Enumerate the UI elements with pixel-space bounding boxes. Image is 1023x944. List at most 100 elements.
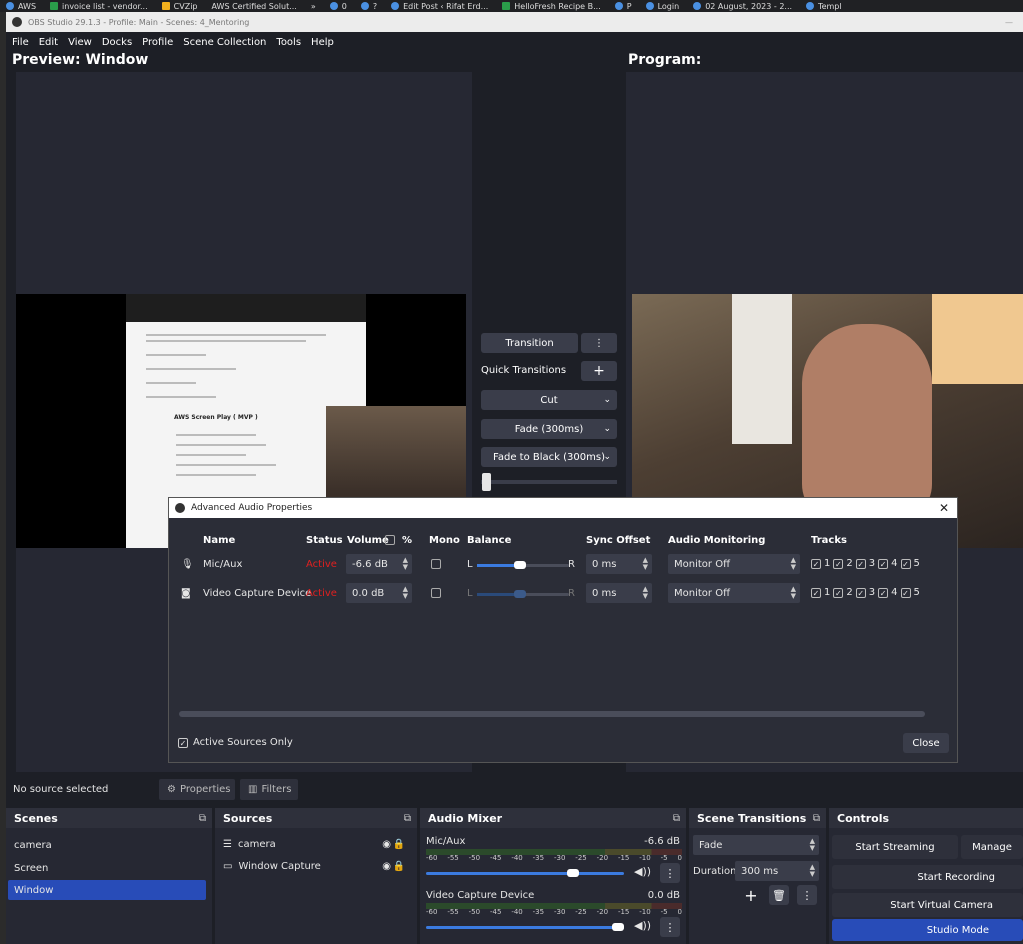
active-sources-only-checkbox[interactable]: ✓: [178, 738, 188, 748]
background-window-strip: [0, 12, 6, 944]
menu-help[interactable]: Help: [311, 37, 334, 48]
track-checkbox[interactable]: ✓: [878, 587, 889, 598]
sync-offset-input-mic[interactable]: 0 ms ▲ ▼: [586, 554, 652, 574]
channel-menu-button[interactable]: ⋮: [660, 863, 680, 883]
undock-icon[interactable]: ⧉: [404, 813, 411, 824]
volume-fader[interactable]: [426, 869, 624, 877]
quick-transition-fade-black[interactable]: Fade to Black (300ms) ⌄: [481, 447, 617, 467]
add-transition-button[interactable]: +: [741, 885, 761, 905]
menu-view[interactable]: View: [68, 37, 92, 48]
menu-file[interactable]: File: [12, 37, 29, 48]
track-checkbox[interactable]: ✓: [878, 558, 889, 569]
transition-button[interactable]: Transition: [481, 333, 578, 353]
balance-left-label: L: [467, 559, 473, 570]
source-item-window-capture[interactable]: ▭ Window Capture ◉ 🔒: [217, 856, 415, 876]
bookmark-aws-cert[interactable]: AWS Certified Solut...: [212, 2, 297, 11]
track-checkbox[interactable]: ✓: [811, 587, 821, 598]
bookmark-templ[interactable]: Templ: [806, 2, 842, 11]
quick-transition-cut[interactable]: Cut ⌄: [481, 390, 617, 410]
horizontal-scrollbar[interactable]: [179, 711, 925, 717]
balance-slider-mic[interactable]: [477, 561, 569, 569]
bookmark-aws[interactable]: AWS: [6, 2, 36, 11]
speaker-icon[interactable]: ◀)): [634, 919, 651, 932]
eye-icon[interactable]: ◉: [382, 839, 391, 850]
monitoring-select-mic[interactable]: Monitor Off ▲ ▼: [668, 554, 800, 574]
speaker-icon[interactable]: ◀)): [634, 865, 651, 878]
undock-icon[interactable]: ⧉: [673, 813, 680, 824]
bookmark-date[interactable]: 02 August, 2023 - 2...: [693, 2, 792, 11]
volume-fader-handle[interactable]: [612, 923, 624, 931]
select-arrows-icon: ▲ ▼: [790, 556, 796, 571]
track-checkbox[interactable]: ✓: [855, 558, 866, 569]
bookmark-invoice[interactable]: invoice list - vendor...: [50, 2, 148, 11]
manage-button[interactable]: Manage: [961, 835, 1023, 859]
mono-checkbox-mic[interactable]: [431, 559, 441, 569]
balance-slider-video[interactable]: [477, 590, 569, 598]
channel-menu-button[interactable]: ⋮: [660, 917, 680, 937]
start-recording-button[interactable]: Start Recording: [832, 865, 1023, 889]
start-streaming-button[interactable]: Start Streaming: [832, 835, 958, 859]
track-checkbox[interactable]: ✓: [833, 587, 844, 598]
add-quick-transition-button[interactable]: +: [581, 361, 617, 381]
menu-tools[interactable]: Tools: [276, 37, 301, 48]
undock-icon[interactable]: ⧉: [813, 813, 820, 824]
quick-transition-fade[interactable]: Fade (300ms) ⌄: [481, 419, 617, 439]
volume-fader[interactable]: [426, 923, 624, 931]
close-button[interactable]: Close: [903, 733, 949, 753]
transition-slider-track[interactable]: [481, 480, 617, 484]
spin-arrows-icon[interactable]: ▲ ▼: [643, 586, 648, 600]
minimize-button[interactable]: —: [1005, 18, 1013, 27]
start-virtual-camera-button[interactable]: Start Virtual Camera: [832, 893, 1023, 917]
track-checkbox[interactable]: ✓: [855, 587, 866, 598]
gear-icon: ⚙: [167, 784, 176, 795]
track-checkbox[interactable]: ✓: [900, 558, 911, 569]
bookmark-help[interactable]: ?: [360, 2, 377, 11]
scene-item-window[interactable]: Window: [8, 880, 206, 900]
transition-menu-button[interactable]: ⋮: [581, 333, 617, 353]
spin-arrows-icon[interactable]: ▲ ▼: [810, 864, 815, 878]
bookmark-cvzip[interactable]: CVZip: [161, 2, 198, 11]
scene-item-screen[interactable]: Screen: [8, 858, 48, 878]
menu-docks[interactable]: Docks: [102, 37, 132, 48]
undock-icon[interactable]: ⧉: [199, 813, 206, 824]
track-checkbox[interactable]: ✓: [811, 558, 821, 569]
lock-icon[interactable]: 🔒: [393, 839, 405, 850]
bookmark-login[interactable]: Login: [645, 2, 679, 11]
spin-arrows-icon[interactable]: ▲ ▼: [643, 557, 648, 571]
bookmark-p[interactable]: P: [614, 2, 632, 11]
transition-select[interactable]: Fade ▲ ▼: [693, 835, 819, 855]
balance-slider-handle[interactable]: [514, 590, 526, 598]
track-checkbox[interactable]: ✓: [833, 558, 844, 569]
menu-scene-collection[interactable]: Scene Collection: [183, 37, 266, 48]
sync-offset-input-video[interactable]: 0 ms ▲ ▼: [586, 583, 652, 603]
volume-percent-checkbox[interactable]: [385, 535, 395, 545]
bookmark-more[interactable]: »: [311, 2, 316, 11]
lock-icon[interactable]: 🔒: [393, 861, 405, 872]
transition-properties-button[interactable]: ⋮: [797, 885, 817, 905]
menu-edit[interactable]: Edit: [39, 37, 58, 48]
properties-button[interactable]: ⚙ Properties: [159, 779, 235, 800]
volume-fader-handle[interactable]: [567, 869, 580, 877]
bookmark-count[interactable]: 0: [329, 2, 347, 11]
bookmark-hellofresh[interactable]: HelloFresh Recipe B...: [502, 2, 601, 11]
eye-icon[interactable]: ◉: [382, 861, 391, 872]
duration-input[interactable]: 300 ms ▲ ▼: [735, 861, 819, 881]
meter-tick-label: -60: [426, 854, 438, 862]
spin-arrows-icon[interactable]: ▲ ▼: [403, 586, 408, 600]
mono-checkbox-video[interactable]: [431, 588, 441, 598]
scene-item-camera[interactable]: camera: [8, 835, 52, 855]
dialog-close-icon[interactable]: ✕: [939, 501, 949, 515]
source-item-camera[interactable]: ☰ camera ◉ 🔒: [217, 834, 415, 854]
bookmark-edit-post[interactable]: Edit Post ‹ Rifat Erd...: [391, 2, 488, 11]
track-checkbox[interactable]: ✓: [900, 587, 911, 598]
filters-button[interactable]: ▥ Filters: [240, 779, 298, 800]
volume-input-mic[interactable]: -6.6 dB ▲ ▼: [346, 554, 412, 574]
transition-slider-handle[interactable]: [482, 473, 491, 491]
monitoring-select-video[interactable]: Monitor Off ▲ ▼: [668, 583, 800, 603]
menu-profile[interactable]: Profile: [142, 37, 173, 48]
volume-input-video[interactable]: 0.0 dB ▲ ▼: [346, 583, 412, 603]
balance-slider-handle[interactable]: [514, 561, 526, 569]
remove-transition-button[interactable]: 🗑: [769, 885, 789, 905]
studio-mode-button[interactable]: Studio Mode: [832, 919, 1023, 941]
spin-arrows-icon[interactable]: ▲ ▼: [403, 557, 408, 571]
